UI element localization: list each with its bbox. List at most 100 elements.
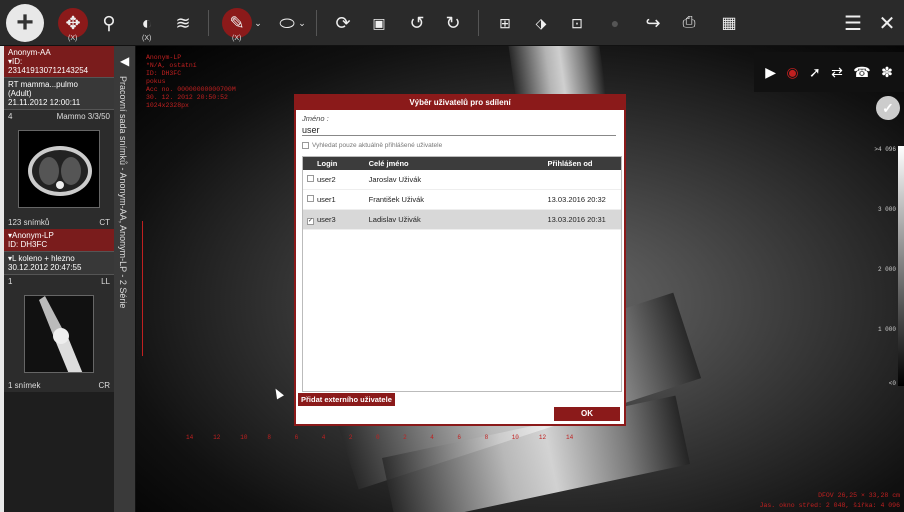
window-readout: Jas. okno střed: 2 048, šířka: 4 096: [759, 502, 900, 509]
series-description: Mammo 3/3/50: [56, 112, 110, 121]
column-login[interactable]: Login: [317, 159, 369, 168]
add-icon[interactable]: +: [6, 4, 44, 42]
ruler-tick-label: 10: [240, 434, 248, 441]
sync-icon[interactable]: ◉: [786, 64, 798, 81]
patient-id: 231419130712143254: [8, 66, 89, 75]
intensity-scale: >4 096 3 000 2 000 1 000 <0: [870, 146, 904, 406]
users-table: Login Celé jméno Přihlášen od user2 Jaro…: [302, 156, 622, 392]
row-login: user2: [316, 175, 336, 184]
add-external-user-button[interactable]: Přidat externího uživatele: [298, 393, 395, 406]
patient-id-label: ▾ID:: [8, 57, 23, 66]
ok-button[interactable]: OK: [554, 407, 620, 421]
row-name: Jaroslav Uživák: [368, 175, 422, 184]
study-header[interactable]: RT mamma...pulmo (Adult) 21.11.2012 12:0…: [4, 77, 114, 109]
only-logged-checkbox[interactable]: Vyhledat pouze aktuálně přihlášené uživa…: [302, 142, 442, 149]
series-thumbnail-card[interactable]: 4 Mammo 3/3/50 123 snímků CT: [4, 109, 114, 229]
scale-label: <0: [888, 380, 896, 387]
phone-icon[interactable]: ☎: [853, 64, 870, 81]
only-logged-label: Vyhledat pouze aktuálně přihlášené uživa…: [312, 142, 443, 149]
study-title: ▾L koleno + hlezno: [8, 254, 75, 263]
name-label: Jméno :: [302, 114, 329, 123]
user-share-dialog: Výběr uživatelů pro sdílení Jméno : Vyhl…: [294, 94, 626, 426]
paw-icon[interactable]: ✽: [881, 64, 893, 81]
export-icon[interactable]: ⊞: [490, 8, 520, 38]
confirm-check-icon[interactable]: ✓: [876, 96, 900, 120]
row-date: 13.03.2016 20:32: [547, 195, 606, 204]
image-icon[interactable]: ▣: [364, 8, 394, 38]
row-checkbox[interactable]: [307, 175, 314, 182]
table-row[interactable]: user1 František Uživák 13.03.2016 20:32: [303, 190, 621, 210]
series-number: 4: [8, 112, 13, 121]
row-name: František Uživák: [368, 195, 425, 204]
table-row[interactable]: user2 Jaroslav Uživák: [303, 170, 621, 190]
measure-shortcut: (X): [232, 35, 242, 42]
menu-icon[interactable]: ☰: [838, 8, 868, 38]
study-date: 30.12.2012 20:47:55: [8, 263, 82, 272]
dfov-readout: DFOV 26,25 × 33,28 cm: [818, 492, 900, 499]
roi-chevron-down-icon[interactable]: ⌄: [294, 8, 310, 38]
print-icon[interactable]: ⎙: [674, 8, 704, 38]
row-checkbox[interactable]: ✓: [307, 217, 314, 225]
row-checkbox[interactable]: [307, 195, 314, 202]
bottom-ruler: 14 12 10 8 6 4 2 0 2 4 6 8 10 12 14: [186, 430, 586, 450]
checkbox-icon[interactable]: [302, 142, 309, 149]
ruler-tick-label: 14: [566, 434, 574, 441]
rotate-right-icon[interactable]: ↻: [438, 8, 468, 38]
measure-chevron-down-icon[interactable]: ⌄: [250, 8, 266, 38]
series-thumbnail-card[interactable]: 1 LL 1 snímek CR: [4, 274, 114, 392]
row-login: user1: [316, 195, 336, 204]
table-header: Login Celé jméno Přihlášen od: [303, 157, 621, 170]
scale-label: 1 000: [877, 326, 896, 333]
column-full-name[interactable]: Celé jméno: [369, 159, 548, 168]
ruler-tick-label: 4: [321, 434, 326, 441]
rotate-left-icon[interactable]: ↺: [402, 8, 432, 38]
image-count: 123 snímků: [8, 218, 50, 227]
collapse-arrow-icon[interactable]: ◀: [120, 54, 129, 68]
image-count: 1 snímek: [8, 381, 41, 390]
layers-icon[interactable]: ≋: [168, 8, 198, 38]
lock-icon[interactable]: ⊡: [562, 8, 592, 38]
study-title: RT mamma...pulmo: [8, 80, 78, 89]
column-logged-since[interactable]: Přihlášen od: [547, 159, 621, 168]
swap-icon[interactable]: ⇄: [831, 64, 843, 81]
study-header[interactable]: ▾L koleno + hlezno 30.12.2012 20:47:55: [4, 251, 114, 274]
workset-title: Pracovní sada snímků - Anonym-AA, Anonym…: [118, 76, 128, 309]
patient-header[interactable]: ▾Anonym-LP ID: DH3FC: [4, 229, 114, 251]
modality: CR: [98, 381, 110, 390]
share-icon[interactable]: ↪: [638, 8, 668, 38]
measure-ruler-icon[interactable]: ✎: [222, 8, 252, 38]
play-icon[interactable]: ●: [600, 8, 630, 38]
main-toolbar: + ✥ (X) ⚲ ◐ (X) ≋ ✎ (X) ⌄ ⬭ ⌄ ⟳ ▣ ↺ ↻ ⊞ …: [0, 0, 904, 46]
window-level-icon[interactable]: ◐: [132, 8, 162, 38]
patient-header[interactable]: Anonym-AA ▾ID: 231419130712143254: [4, 46, 114, 77]
patient-id: ID: DH3FC: [8, 240, 48, 249]
workset-strip[interactable]: ◀ Pracovní sada snímků - Anonym-AA, Anon…: [114, 46, 136, 512]
ruler-tick-label: 12: [213, 434, 221, 441]
toolbar-separator: [208, 10, 209, 36]
name-search-input[interactable]: [302, 124, 616, 136]
tag-icon[interactable]: ⬗: [526, 8, 556, 38]
pan-icon[interactable]: ✥: [58, 8, 88, 38]
series-header: 1 LL: [8, 277, 110, 286]
xray-thumbnail-image: [24, 295, 94, 373]
scale-label: 3 000: [877, 206, 896, 213]
ruler-tick-label: 6: [294, 434, 299, 441]
ruler-tick-label: 4: [430, 434, 434, 441]
scale-label: >4 096: [874, 146, 896, 153]
table-row[interactable]: ✓ user3 Ladislav Uživák 13.03.2016 20:31: [303, 210, 621, 230]
zoom-search-icon[interactable]: ⚲: [94, 8, 124, 38]
knee-xray-icon: [25, 296, 93, 372]
refresh-icon[interactable]: ⟳: [328, 8, 358, 38]
row-date: 13.03.2016 20:31: [547, 215, 606, 224]
row-login: user3: [316, 215, 336, 224]
play-icon[interactable]: ▶: [765, 64, 776, 81]
layout-grid-icon[interactable]: ▦: [714, 8, 744, 38]
dicom-overlay-info: Anonym-LP *N/A, ostatní ID: DH3FC pokus …: [146, 54, 236, 109]
scale-label: 2 000: [877, 266, 896, 273]
pointer-icon[interactable]: ➚: [809, 64, 821, 81]
intensity-gradient: [898, 146, 904, 386]
modality: CT: [99, 218, 110, 227]
series-footer: 123 snímků CT: [8, 218, 110, 227]
row-name: Ladislav Uživák: [368, 215, 421, 224]
close-icon[interactable]: ✕: [872, 8, 902, 38]
